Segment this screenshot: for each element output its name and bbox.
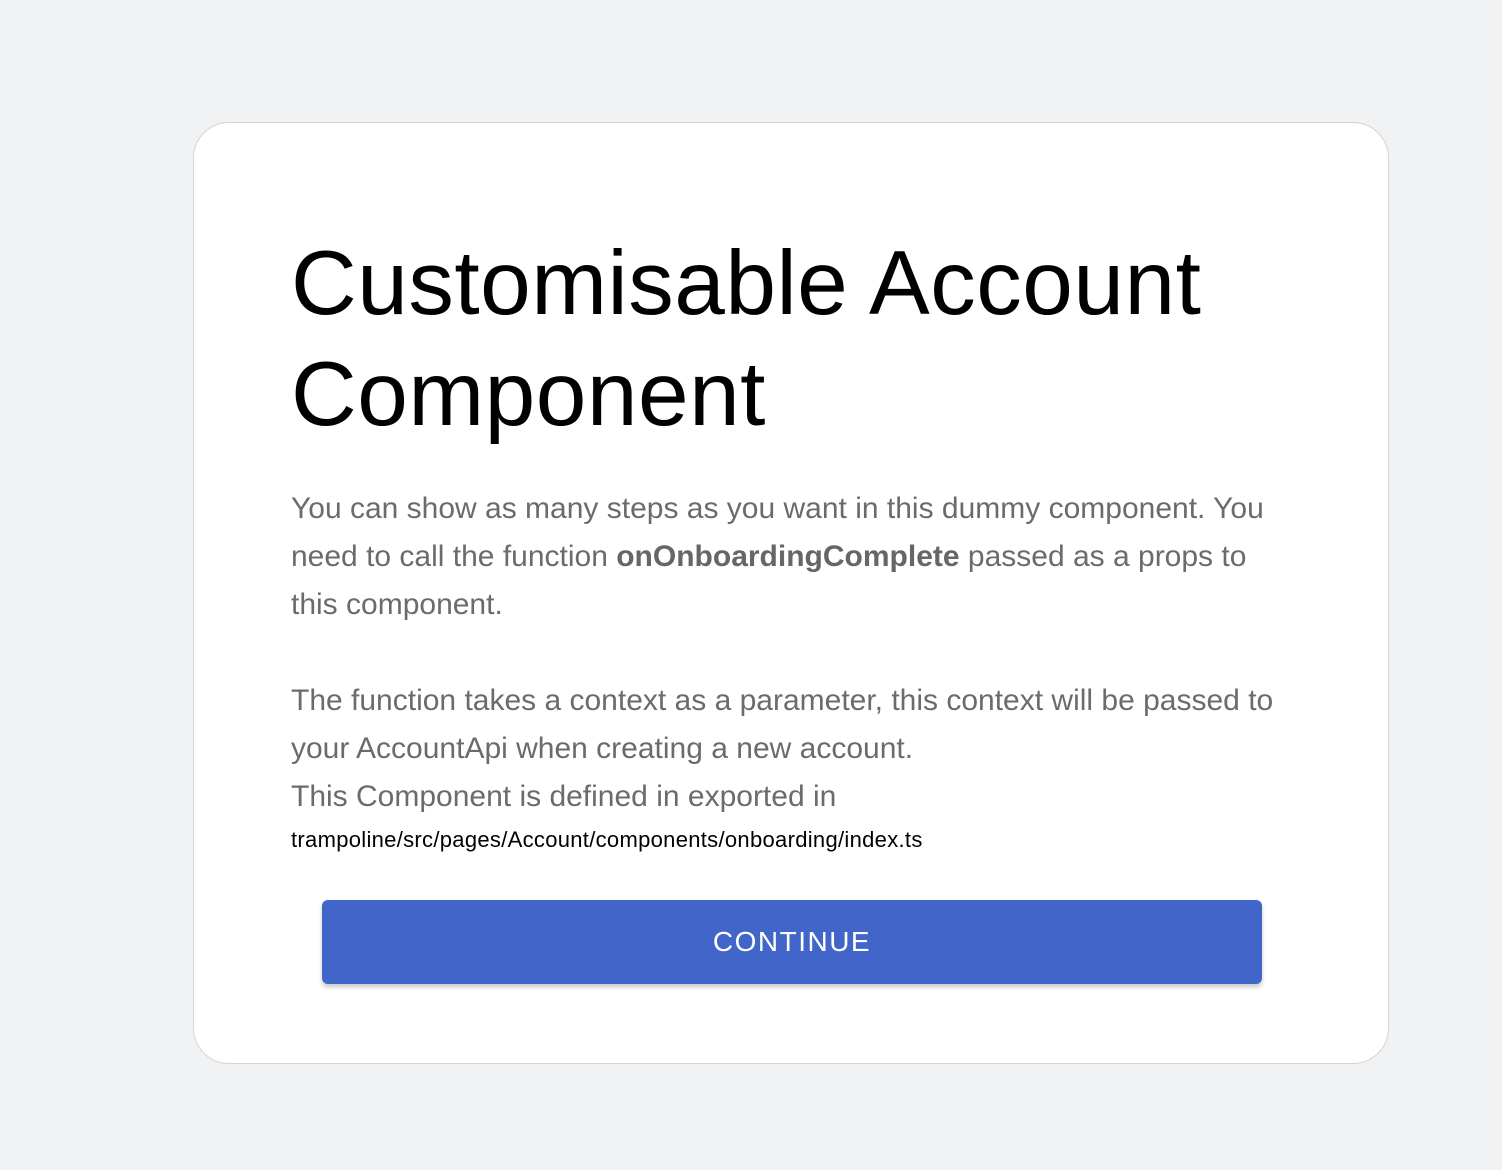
function-name: onOnboardingComplete [616, 540, 960, 573]
description-paragraph-2: The function takes a context as a parame… [291, 684, 1274, 765]
description: You can show as many steps as you want i… [291, 485, 1301, 821]
page-title: Customisable Account Component [291, 233, 1202, 445]
onboarding-card: Customisable Account Component You can s… [193, 122, 1389, 1064]
continue-button[interactable]: CONTINUE [322, 900, 1262, 984]
description-paragraph-1: You can show as many steps as you want i… [291, 485, 1301, 629]
card-content: Customisable Account Component You can s… [291, 228, 1301, 855]
description-paragraph-3: This Component is defined in exported in [291, 780, 837, 813]
file-path: trampoline/src/pages/Account/components/… [291, 827, 923, 852]
